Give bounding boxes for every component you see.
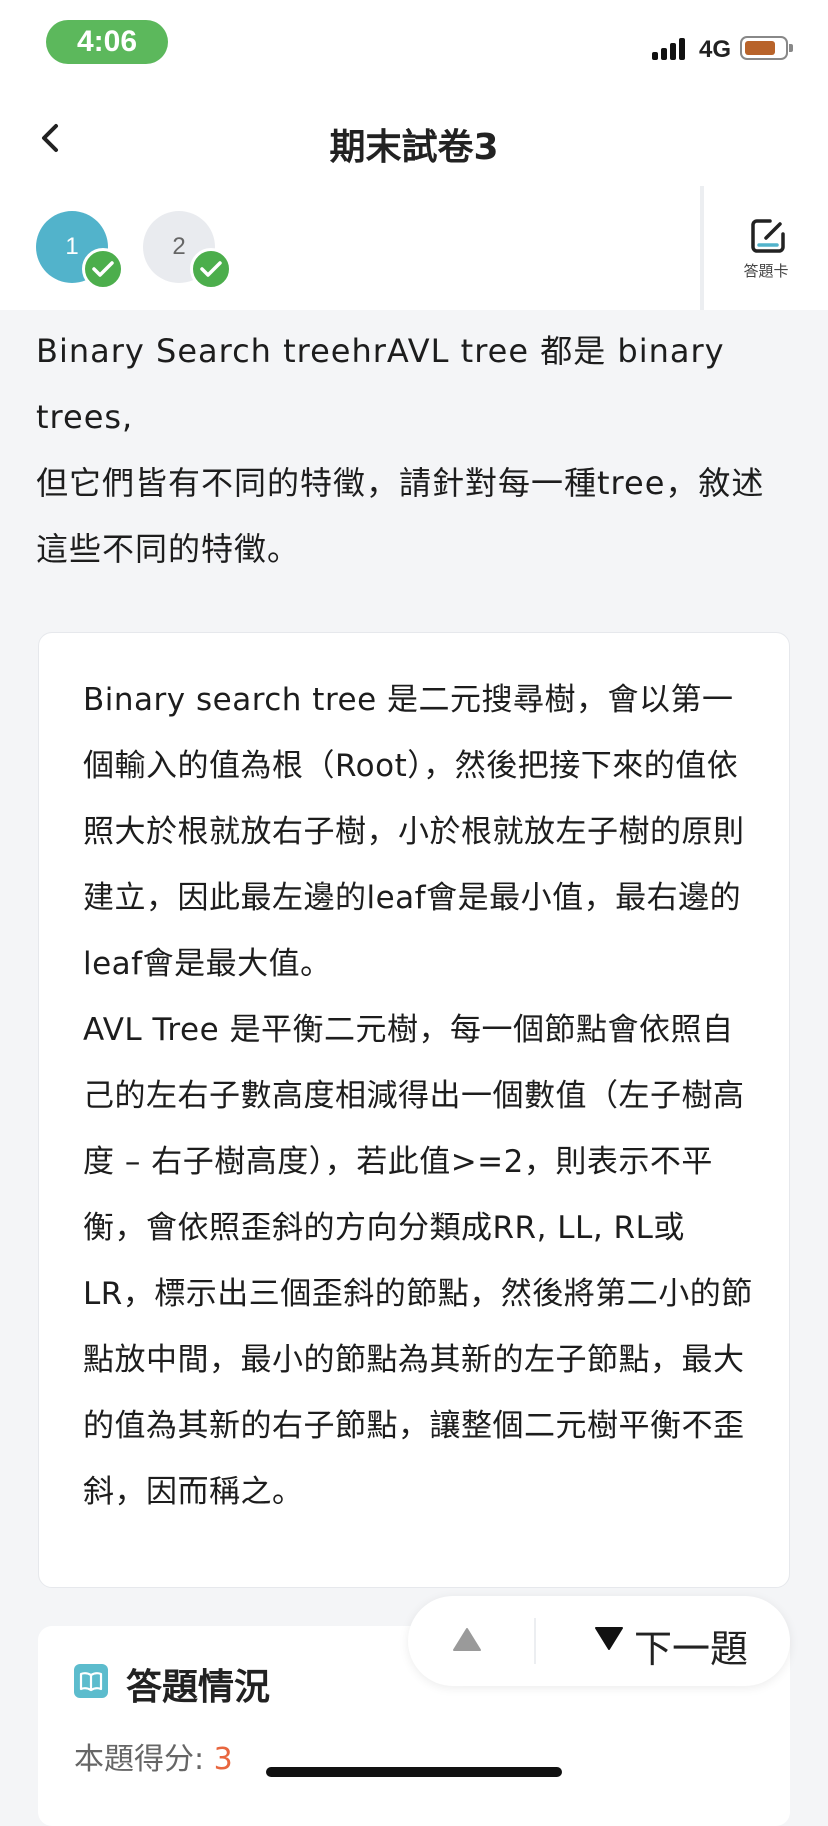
network-type: 4G — [699, 36, 732, 63]
check-icon — [190, 248, 232, 290]
question-2-number: 2 — [172, 233, 186, 260]
question-line-2: 但它們皆有不同的特徵，請針對每一種tree，敘述這些不同的特徵。 — [36, 464, 765, 568]
score-value: 3 — [213, 1742, 233, 1777]
score-line: 本題得分: 3 — [74, 1734, 233, 1778]
triangle-up-icon — [453, 1628, 481, 1651]
question-nav: 1 2 答題卡 — [0, 186, 828, 310]
page-title: 期末試卷3 — [329, 127, 499, 168]
previous-question-button[interactable] — [408, 1596, 534, 1686]
answer-card: Binary search tree 是二元搜尋樹，會以第一個輸入的值為根（Ro… — [38, 632, 790, 1588]
question-text: Binary Search treehrAVL tree 都是 binary t… — [36, 318, 796, 582]
home-indicator — [266, 1767, 562, 1777]
score-label: 本題得分: — [74, 1742, 214, 1777]
answer-card-button[interactable]: 答題卡 — [700, 186, 828, 310]
question-line-1: Binary Search treehrAVL tree 都是 binary t… — [36, 332, 725, 436]
triangle-down-icon — [595, 1627, 623, 1650]
status-bar: 4:06 4G — [0, 0, 828, 90]
status-time: 4:06 — [46, 20, 168, 64]
edit-sheet-icon — [751, 219, 785, 253]
book-icon — [74, 1664, 108, 1698]
question-pager: 下一題 — [408, 1596, 790, 1686]
battery-icon — [740, 36, 793, 60]
answer-text: Binary search tree 是二元搜尋樹，會以第一個輸入的值為根（Ro… — [83, 667, 755, 1525]
result-title: 答題情況 — [126, 1667, 271, 1708]
check-icon — [82, 248, 124, 290]
question-1-number: 1 — [65, 233, 79, 260]
answer-card-label: 答題卡 — [743, 262, 789, 280]
answer-paragraph-1: Binary search tree 是二元搜尋樹，會以第一個輸入的值為根（Ro… — [83, 682, 745, 982]
answer-paragraph-2: AVL Tree 是平衡二元樹，每一個節點會依照自己的左右子數高度相減得出一個數… — [83, 1012, 753, 1510]
nav-bar: 期末試卷3 — [0, 90, 828, 186]
signal-icon — [652, 36, 692, 60]
next-question-label: 下一題 — [634, 1627, 749, 1671]
